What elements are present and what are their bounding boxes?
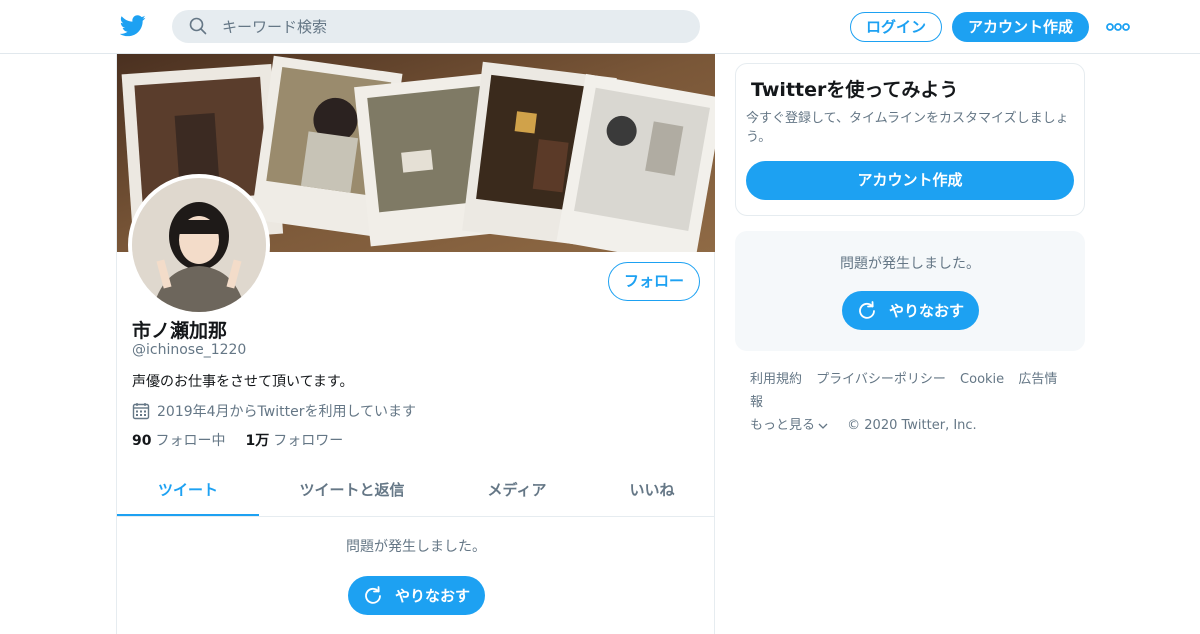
timeline-retry-button[interactable]: やりなおす — [348, 576, 485, 615]
refresh-icon — [365, 585, 381, 604]
joined-date: 2019年4月からTwitterを利用しています — [132, 401, 416, 421]
twitter-bird-logo-icon[interactable] — [120, 14, 146, 38]
profile-tabs: ツイート ツイートと返信 メディア いいね — [117, 466, 715, 517]
followers-count: 1万 — [245, 433, 270, 449]
refresh-icon — [859, 300, 875, 319]
signup-button[interactable]: アカウント作成 — [952, 12, 1089, 42]
sidebar-error-message: 問題が発生しました。 — [840, 256, 980, 272]
footer-link-terms[interactable]: 利用規約 — [750, 372, 802, 387]
profile-avatar[interactable] — [128, 174, 270, 316]
tab-media[interactable]: メディア — [462, 466, 572, 516]
profile-column: フォロー 市ノ瀬加那 @ichinose_1220 声優のお仕事をさせて頂いてま… — [116, 54, 715, 634]
profile-stats: 90 フォロー中 1万 フォロワー — [132, 430, 363, 450]
top-navigation-bar: ログイン アカウント作成 — [0, 0, 1200, 54]
joined-text: 2019年4月からTwitterを利用しています — [157, 404, 417, 420]
tab-tweets[interactable]: ツイート — [117, 466, 259, 516]
followers-label: フォロワー — [273, 433, 344, 449]
footer-more-label: もっと見る — [750, 418, 816, 433]
search-bar[interactable] — [172, 10, 700, 43]
tab-likes[interactable]: いいね — [607, 466, 697, 516]
following-stat[interactable]: 90 フォロー中 — [132, 430, 225, 450]
search-input[interactable] — [222, 10, 682, 43]
search-icon — [189, 17, 207, 35]
followers-stat[interactable]: 1万 フォロワー — [245, 430, 343, 450]
sidebar-footer: 利用規約 プライバシーポリシー Cookie 広告情報 もっと見る © 2020… — [750, 368, 1080, 437]
footer-links-row: 利用規約 プライバシーポリシー Cookie 広告情報 — [750, 368, 1080, 414]
profile-name: 市ノ瀬加那 — [132, 320, 228, 342]
signup-card-description: 今すぐ登録して、タイムラインをカスタマイズしましょう。 — [746, 111, 1069, 145]
signup-card-title: Twitterを使ってみよう — [751, 79, 959, 101]
tab-tweets-and-replies[interactable]: ツイートと返信 — [282, 466, 422, 516]
signup-card-button[interactable]: アカウント作成 — [746, 161, 1074, 200]
sidebar-retry-label: やりなおす — [888, 302, 964, 320]
signup-card: Twitterを使ってみよう 今すぐ登録して、タイムラインをカスタマイズしましょ… — [735, 63, 1085, 216]
follow-button[interactable]: フォロー — [608, 262, 700, 301]
footer-copyright: © 2020 Twitter, Inc. — [847, 418, 977, 433]
chevron-down-icon — [818, 423, 828, 429]
more-options-icon[interactable] — [1106, 18, 1130, 36]
timeline-error-message: 問題が発生しました。 — [346, 539, 486, 555]
following-label: フォロー中 — [155, 433, 226, 449]
login-button[interactable]: ログイン — [850, 12, 942, 42]
sidebar-error-card: 問題が発生しました。 やりなおす — [735, 231, 1085, 351]
footer-link-cookie[interactable]: Cookie — [960, 372, 1004, 387]
timeline-retry-label: やりなおす — [394, 587, 470, 605]
profile-bio: 声優のお仕事をさせて頂いてます。 — [132, 374, 354, 390]
following-count: 90 — [132, 433, 152, 449]
footer-more-link[interactable]: もっと見る — [750, 414, 829, 437]
calendar-icon — [132, 403, 150, 420]
footer-bottom-row: もっと見る © 2020 Twitter, Inc. — [750, 414, 1080, 437]
footer-link-privacy[interactable]: プライバシーポリシー — [816, 372, 946, 387]
sidebar-retry-button[interactable]: やりなおす — [842, 291, 979, 330]
profile-handle: @ichinose_1220 — [132, 342, 247, 358]
